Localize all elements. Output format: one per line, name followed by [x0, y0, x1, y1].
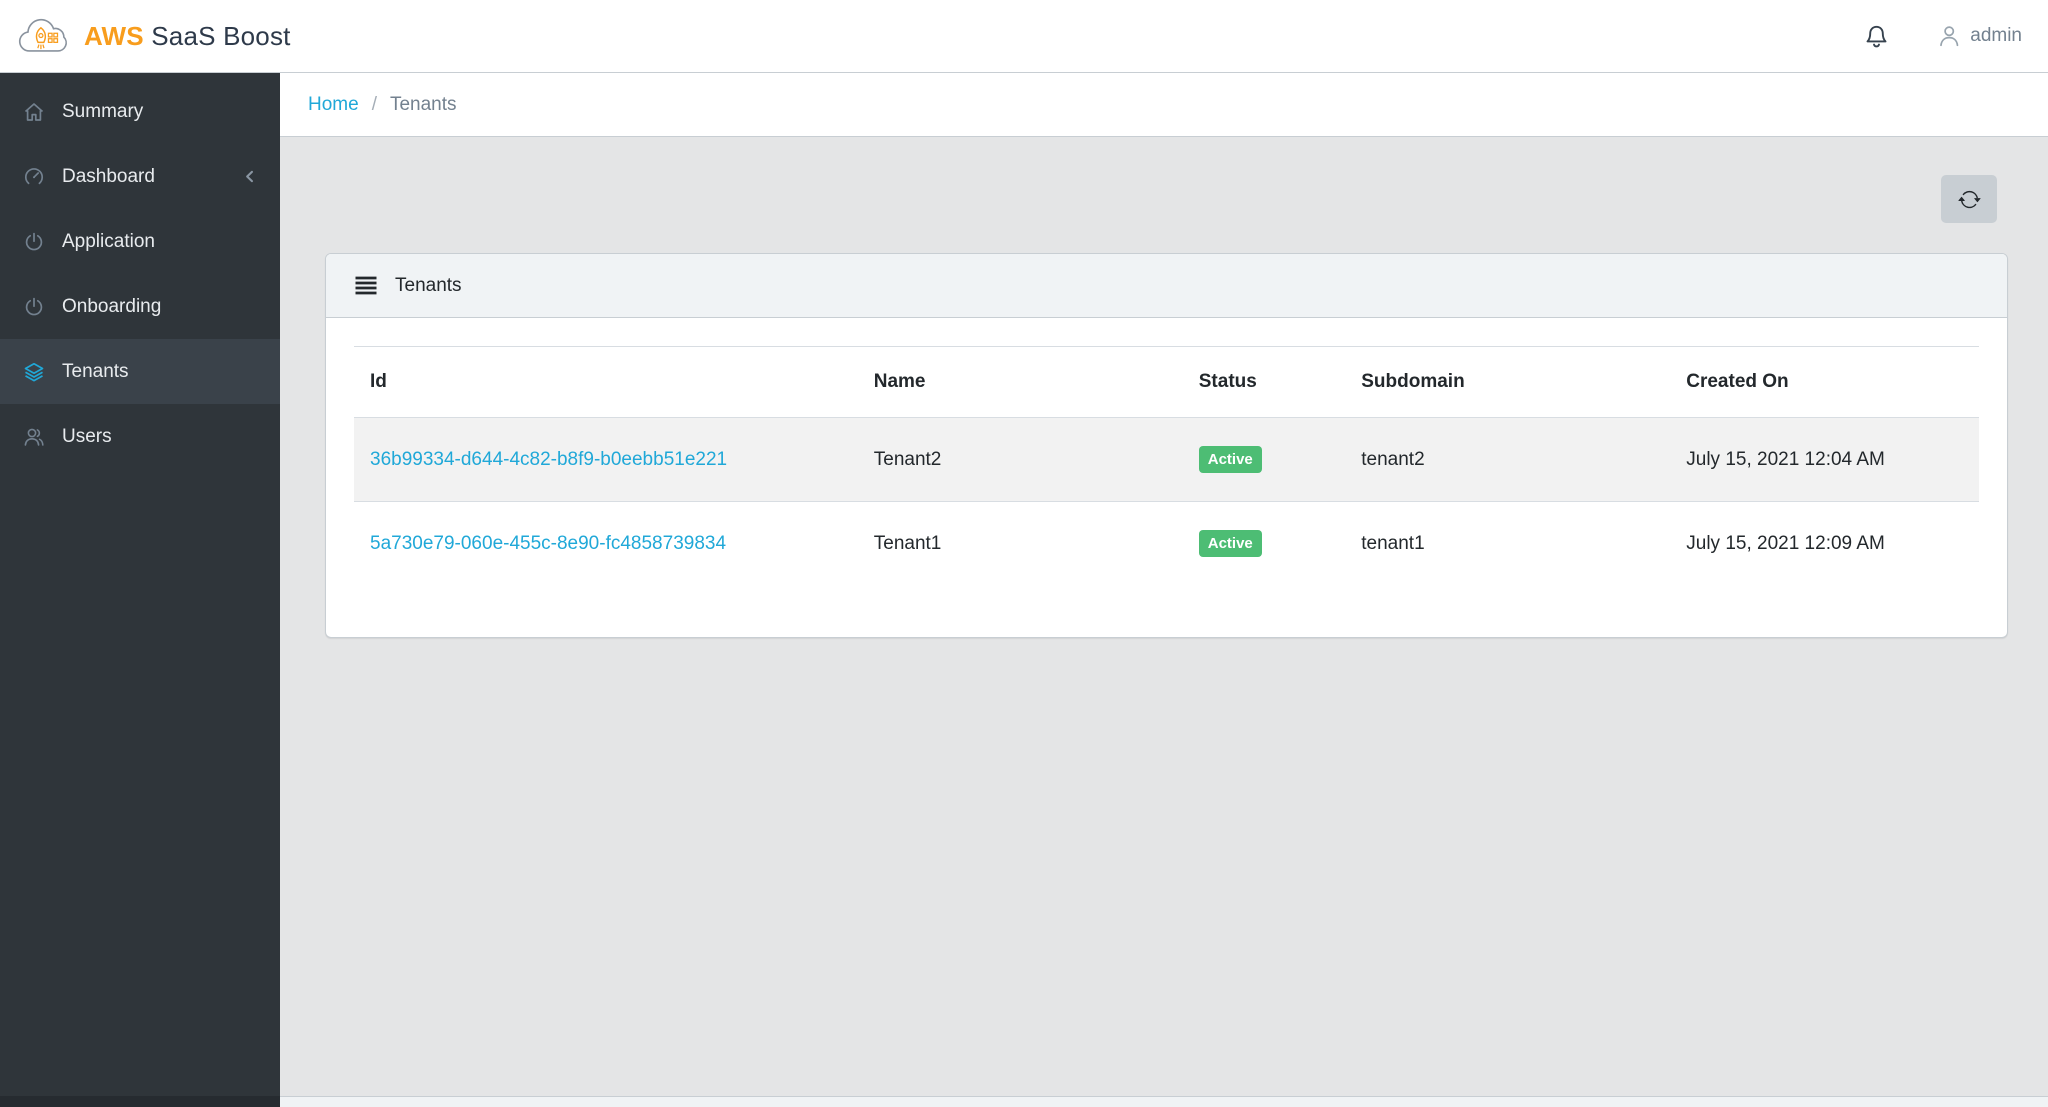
- refresh-button[interactable]: [1941, 175, 1997, 223]
- app-footer: [280, 1096, 2048, 1107]
- sidebar-item-onboarding[interactable]: Onboarding: [0, 274, 280, 339]
- tenants-table: Id Name Status Subdomain Created On 36b9…: [354, 346, 1979, 585]
- tenants-card-body: Id Name Status Subdomain Created On 36b9…: [326, 318, 2007, 637]
- tenant-name-cell: Tenant1: [873, 532, 942, 554]
- brand-title: AWS SaaS Boost: [84, 21, 291, 52]
- sidebar-item-dashboard[interactable]: Dashboard: [0, 144, 280, 209]
- sidebar-item-label: Dashboard: [62, 165, 155, 187]
- notifications-button[interactable]: [1863, 23, 1890, 50]
- breadcrumb: Home / Tenants: [280, 73, 2048, 137]
- sidebar-item-label: Application: [62, 230, 155, 252]
- tenant-created-cell: July 15, 2021 12:04 AM: [1670, 417, 1979, 502]
- breadcrumb-home-link[interactable]: Home: [308, 94, 359, 116]
- tenants-card-header: Tenants: [326, 254, 2007, 318]
- users-icon: [20, 425, 47, 449]
- sidebar-item-label: Summary: [62, 100, 144, 122]
- tenant-created-cell: July 15, 2021 12:09 AM: [1686, 532, 1885, 554]
- tenant-id-link[interactable]: 36b99334-d644-4c82-b8f9-b0eebb51e221: [370, 449, 727, 470]
- user-name-label: admin: [1970, 25, 2022, 46]
- tenant-subdomain-cell: tenant2: [1345, 417, 1671, 502]
- power-icon: [20, 230, 47, 254]
- card-title: Tenants: [395, 274, 462, 296]
- column-header-id: Id: [354, 346, 858, 418]
- user-icon: [1936, 23, 1962, 49]
- page-content: Tenants Id Name Status Subdomain Created…: [280, 137, 2048, 1096]
- table-header-row: Id Name Status Subdomain Created On: [354, 346, 1979, 418]
- brand-aws-text: AWS: [84, 20, 144, 51]
- header-right: admin: [1863, 23, 2022, 50]
- sidebar-item-label: Users: [62, 425, 112, 447]
- refresh-icon: [1957, 188, 1981, 211]
- status-badge: Active: [1198, 530, 1262, 557]
- sidebar-item-tenants[interactable]: Tenants: [0, 339, 280, 404]
- column-header-status: Status: [1182, 346, 1346, 418]
- layers-icon: [20, 360, 47, 384]
- tenant-id-link[interactable]: 5a730e79-060e-455c-8e90-fc4858739834: [370, 533, 726, 554]
- speedometer-icon: [20, 165, 47, 189]
- sidebar-item-users[interactable]: Users: [0, 404, 280, 469]
- app-body: Summary Dashboard Application Onboarding…: [0, 73, 2048, 1107]
- main-area: Home / Tenants Tenants Id Name Status Su…: [280, 73, 2048, 1107]
- app-header: AWS SaaS Boost admin: [0, 0, 2048, 73]
- status-badge: Active: [1198, 446, 1262, 473]
- home-icon: [20, 100, 47, 124]
- breadcrumb-separator: /: [371, 93, 377, 115]
- breadcrumb-current: Tenants: [389, 93, 457, 115]
- sidebar-minimizer[interactable]: [0, 1096, 280, 1107]
- table-row: 5a730e79-060e-455c-8e90-fc4858739834 Ten…: [354, 502, 1979, 586]
- column-header-name: Name: [857, 346, 1183, 418]
- app-root: AWS SaaS Boost admin Summary Dashboard A…: [0, 0, 2048, 1107]
- tenant-name-cell: Tenant2: [857, 417, 1183, 502]
- chevron-left-icon: [241, 168, 258, 185]
- sidebar-item-label: Onboarding: [62, 295, 162, 317]
- user-menu[interactable]: admin: [1936, 23, 2022, 49]
- sidebar-item-summary[interactable]: Summary: [0, 79, 280, 144]
- bell-icon: [1863, 23, 1890, 50]
- column-header-created-on: Created On: [1670, 346, 1979, 418]
- column-header-subdomain: Subdomain: [1345, 346, 1671, 418]
- menu-icon: [354, 275, 378, 296]
- table-row: 36b99334-d644-4c82-b8f9-b0eebb51e221 Ten…: [354, 417, 1979, 502]
- tenants-card: Tenants Id Name Status Subdomain Created…: [325, 253, 2008, 638]
- brand-product-text: SaaS Boost: [151, 20, 291, 51]
- power-icon: [20, 295, 47, 319]
- sidebar-item-label: Tenants: [62, 360, 129, 382]
- sidebar: Summary Dashboard Application Onboarding…: [0, 73, 280, 1107]
- cloud-rocket-logo-icon: [14, 13, 72, 59]
- toolbar: [325, 175, 2008, 223]
- brand-logo[interactable]: AWS SaaS Boost: [14, 13, 291, 59]
- tenant-subdomain-cell: tenant1: [1361, 532, 1425, 554]
- sidebar-item-application[interactable]: Application: [0, 209, 280, 274]
